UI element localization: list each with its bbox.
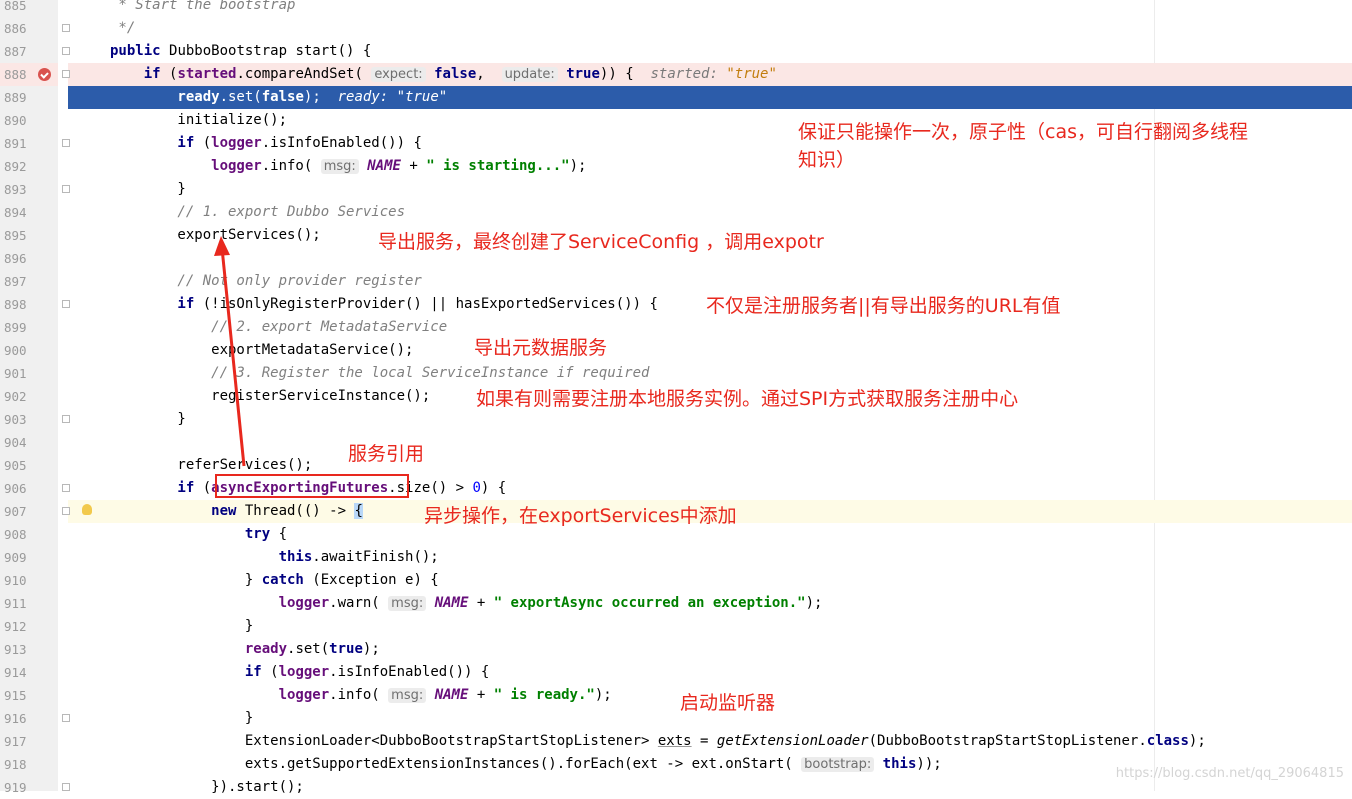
annotation-register-instance: 如果有则需要注册本地服务实例。通过SPI方式获取服务注册中心 bbox=[476, 388, 1019, 410]
annotation-atomic-2: 知识） bbox=[798, 149, 856, 171]
annotation-export-metadata: 导出元数据服务 bbox=[474, 337, 608, 359]
annotation-not-only-provider: 不仅是注册服务者||有导出服务的URL有值 bbox=[706, 295, 1061, 317]
annotation-export-services: 导出服务，最终创建了ServiceConfig ，调用expotr bbox=[378, 231, 824, 253]
annotation-refer-services: 服务引用 bbox=[348, 443, 425, 465]
watermark: https://blog.csdn.net/qq_29064815 bbox=[1115, 766, 1344, 781]
annotation-async-export: 异步操作，在exportServices中添加 bbox=[424, 505, 737, 527]
annotation-start-listener: 启动监听器 bbox=[680, 692, 776, 714]
annotation-atomic-1: 保证只能操作一次，原子性（cas，可自行翻阅多线程 bbox=[798, 121, 1248, 143]
